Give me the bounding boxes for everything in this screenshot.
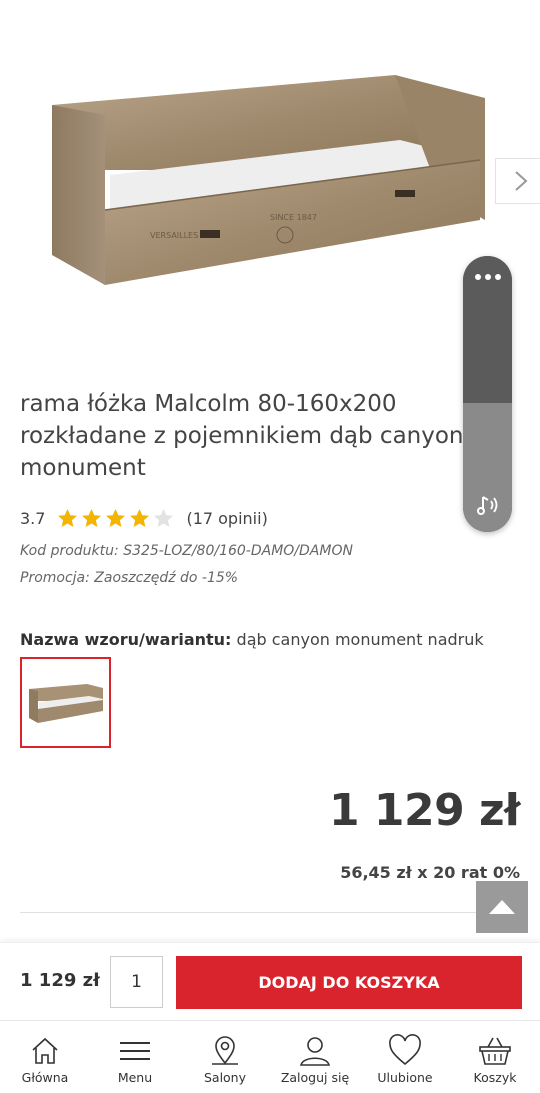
heart-icon <box>389 1034 421 1066</box>
star-rating <box>57 508 174 529</box>
product-image: VERSAILLES SINCE 1847 <box>52 75 485 285</box>
star-filled-icon <box>130 508 150 527</box>
nav-item-home[interactable]: Główna <box>0 1021 90 1093</box>
home-icon <box>32 1037 58 1064</box>
variant-info: Nazwa wzoru/wariantu: dąb canyon monumen… <box>20 630 484 649</box>
star-filled-icon <box>106 508 126 527</box>
nav-item-menu[interactable]: Menu <box>90 1021 180 1093</box>
quantity-input[interactable] <box>110 956 163 1008</box>
nav-item-favorites[interactable]: Ulubione <box>360 1021 450 1093</box>
product-image-gallery[interactable]: VERSAILLES SINCE 1847 <box>0 0 540 370</box>
variant-thumbnail[interactable] <box>20 657 111 748</box>
sound-icon[interactable] <box>475 492 501 518</box>
variant-thumbnail-image <box>28 683 103 723</box>
menu-icon <box>120 1042 150 1060</box>
svg-text:VERSAILLES: VERSAILLES <box>150 231 198 240</box>
rating-row[interactable]: 3.7 (17 opinii) <box>20 506 268 530</box>
nav-item-login[interactable]: Zaloguj się <box>270 1021 360 1093</box>
rating-value: 3.7 <box>20 508 46 528</box>
variant-label: Nazwa wzoru/wariantu: <box>20 630 232 649</box>
user-icon <box>300 1037 330 1066</box>
add-to-cart-button[interactable]: DODAJ DO KOSZYKA <box>176 956 522 1009</box>
bottom-navigation: Główna Menu Salony Zaloguj się Ulubione … <box>0 1020 540 1093</box>
sticky-buy-bar: 1 129 zł DODAJ DO KOSZYKA <box>0 942 540 1020</box>
buybar-price: 1 129 zł <box>20 970 100 991</box>
nav-label-stores: Salony <box>203 1070 247 1085</box>
star-filled-icon <box>58 508 78 527</box>
nav-label-home: Główna <box>21 1070 69 1085</box>
promo-text: Promocja: Zaoszczędź do -15% <box>20 570 239 586</box>
nav-item-stores[interactable]: Salony <box>180 1021 270 1093</box>
product-title: rama łóżka Malcolm 80-160x200 rozkładane… <box>20 391 464 481</box>
nav-label-login: Zaloguj się <box>280 1070 350 1085</box>
product-code: Kod produktu: S325-LOZ/80/160-DAMO/DAMON <box>20 543 353 559</box>
arrow-up-icon <box>489 900 515 914</box>
divider <box>20 912 520 913</box>
svg-text:SINCE 1847: SINCE 1847 <box>270 213 317 222</box>
star-empty-icon <box>154 508 174 527</box>
scroll-to-top-button[interactable] <box>476 881 528 933</box>
variant-value: dąb canyon monument nadruk <box>236 630 484 649</box>
map-pin-icon <box>212 1036 238 1065</box>
chevron-right-icon <box>515 171 528 191</box>
nav-label-favorites: Ulubione <box>377 1070 433 1085</box>
nav-item-cart[interactable]: Koszyk <box>450 1021 540 1093</box>
reviews-link[interactable]: (17 opinii) <box>186 509 267 528</box>
nav-label-cart: Koszyk <box>473 1070 517 1085</box>
more-options-icon[interactable] <box>463 274 512 280</box>
next-image-button[interactable] <box>495 158 540 204</box>
star-filled-icon <box>82 508 102 527</box>
product-price: 1 129 zł <box>328 785 521 836</box>
installments-info[interactable]: 56,45 zł x 20 rat 0% <box>340 863 520 882</box>
nav-label-menu: Menu <box>117 1070 153 1085</box>
basket-icon <box>479 1037 511 1065</box>
